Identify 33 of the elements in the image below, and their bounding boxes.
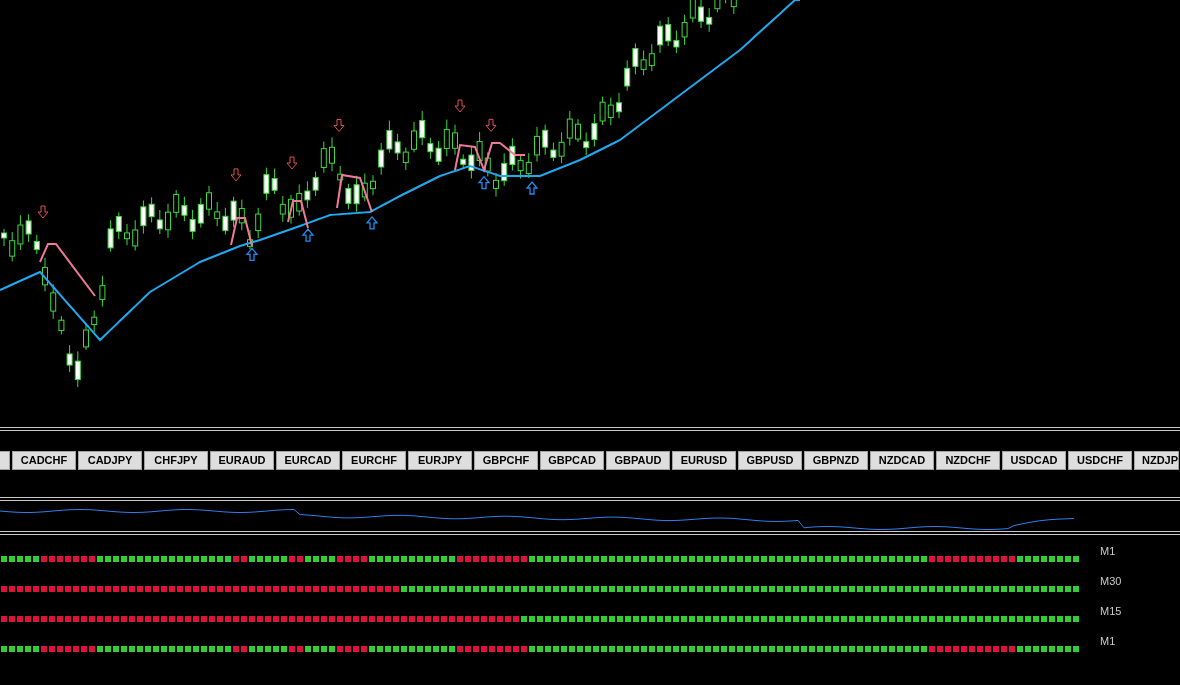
up-arrow-icon	[365, 215, 379, 230]
pair-button[interactable]: USDCHF	[1068, 451, 1132, 470]
up-arrow-icon	[245, 247, 259, 262]
down-arrow-icon	[485, 118, 497, 132]
pair-button[interactable]: CHFJPY	[144, 451, 208, 470]
pair-button[interactable]: GBPCAD	[540, 451, 604, 470]
pair-button[interactable]: GBPUSD	[738, 451, 802, 470]
pair-button[interactable]: NZDJP	[1134, 451, 1179, 470]
pair-button[interactable]: EURAUD	[210, 451, 274, 470]
timeframe-label: M1	[1100, 636, 1116, 647]
timeframe-label: M15	[1100, 606, 1122, 617]
up-arrow-icon	[301, 228, 315, 242]
up-arrow-icon	[525, 181, 539, 195]
down-arrow-icon	[37, 205, 49, 219]
pair-button[interactable]: EURCHF	[342, 451, 406, 470]
pair-button[interactable]: GBPAUD	[606, 451, 670, 470]
down-arrow-icon	[454, 99, 466, 113]
pair-button[interactable]: EURUSD	[672, 451, 736, 470]
pair-button[interactable]: GBPCHF	[474, 451, 538, 470]
pair-button[interactable]: USDCAD	[1002, 451, 1066, 470]
pair-button[interactable]: CADCHF	[12, 451, 76, 470]
pair-button[interactable]: EURJPY	[408, 451, 472, 470]
timeframe-label: M30	[1100, 576, 1122, 587]
up-arrow-icon	[477, 175, 491, 190]
pair-button[interactable]: GBPNZD	[804, 451, 868, 470]
down-arrow-icon	[230, 168, 242, 182]
down-arrow-icon	[286, 156, 298, 170]
pair-button[interactable]: NZDCHF	[936, 451, 1000, 470]
down-arrow-icon	[333, 119, 345, 132]
pair-button[interactable]: EURCAD	[276, 451, 340, 470]
timeframe-label: M1	[1100, 546, 1116, 557]
pair-button[interactable]: CADJPY	[78, 451, 142, 470]
pair-button[interactable]: NZDCAD	[870, 451, 934, 470]
